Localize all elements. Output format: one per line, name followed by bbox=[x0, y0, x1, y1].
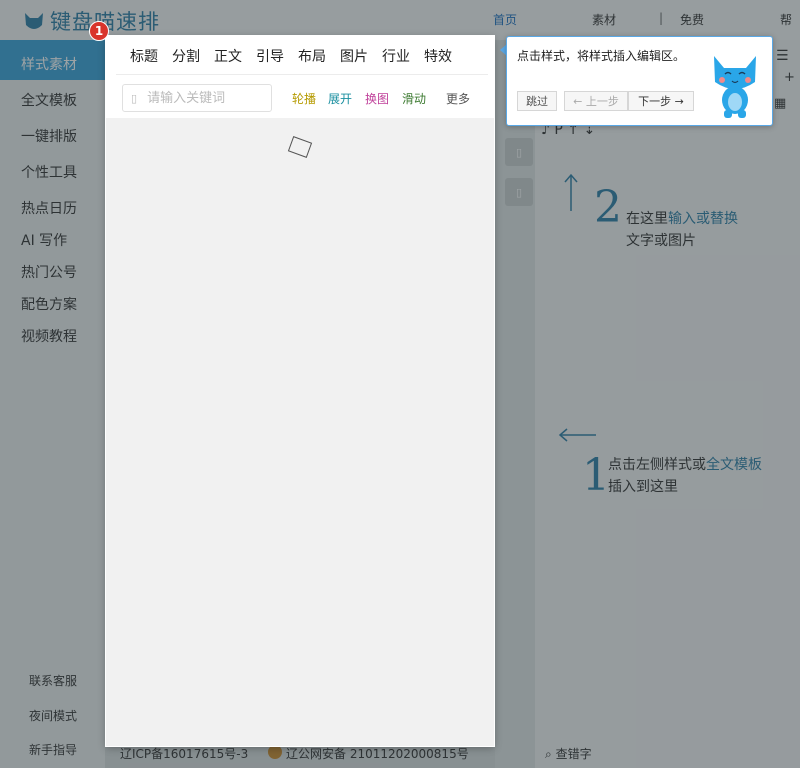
filter-expand[interactable]: 展开 bbox=[328, 90, 352, 107]
filter-more[interactable]: 更多 bbox=[446, 90, 470, 107]
filter-slide[interactable]: 滑动 bbox=[402, 90, 426, 107]
cat-mascot-icon bbox=[714, 56, 756, 118]
tab-industry[interactable]: 行业 bbox=[382, 46, 410, 66]
tab-guide[interactable]: 引导 bbox=[256, 46, 284, 66]
tab-image[interactable]: 图片 bbox=[340, 46, 368, 66]
tab-title[interactable]: 标题 bbox=[130, 46, 158, 66]
tab-layout[interactable]: 布局 bbox=[298, 46, 326, 66]
tour-skip-button[interactable]: 跳过 bbox=[517, 91, 557, 111]
tab-divider-style[interactable]: 分割 bbox=[172, 46, 200, 66]
tab-body[interactable]: 正文 bbox=[214, 46, 242, 66]
tabs-divider bbox=[116, 74, 488, 75]
search-input[interactable] bbox=[145, 89, 260, 107]
search-icon: ▯ bbox=[131, 91, 138, 105]
tour-step-badge: 1 bbox=[89, 21, 109, 41]
style-tabs: 标题 分割 正文 引导 布局 图片 行业 特效 bbox=[130, 46, 466, 66]
filter-swap-image[interactable]: 换图 bbox=[365, 90, 389, 107]
tour-next-button[interactable]: 下一步 → bbox=[628, 91, 694, 111]
tour-prev-button[interactable]: ← 上一步 bbox=[564, 91, 628, 111]
tour-tooltip-text: 点击样式，将样式插入编辑区。 bbox=[517, 49, 686, 63]
filter-carousel[interactable]: 轮播 bbox=[292, 90, 316, 107]
tab-effects[interactable]: 特效 bbox=[424, 46, 452, 66]
search-box[interactable]: ▯ bbox=[122, 84, 272, 112]
